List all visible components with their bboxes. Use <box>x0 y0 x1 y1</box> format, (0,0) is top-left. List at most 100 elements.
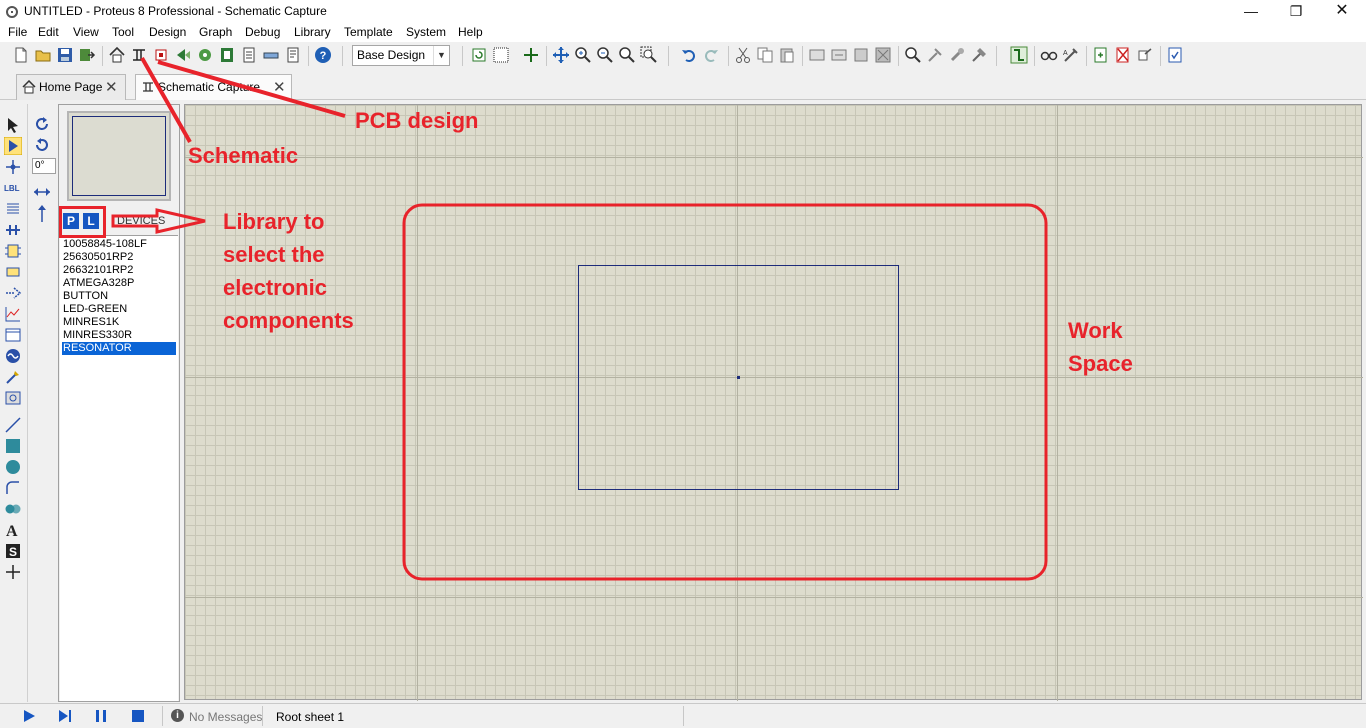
design-variant-select[interactable]: Base Design ▼ <box>352 45 450 66</box>
help-icon[interactable]: ? <box>314 46 332 64</box>
menu-help[interactable]: Help <box>458 25 483 39</box>
stop-icon[interactable] <box>131 709 145 723</box>
wire-label-icon[interactable]: LBL <box>4 179 22 197</box>
origin-icon[interactable] <box>522 46 540 64</box>
new-file-icon[interactable] <box>12 46 30 64</box>
paste-icon[interactable] <box>778 46 796 64</box>
make-device-icon[interactable] <box>926 46 944 64</box>
menu-template[interactable]: Template <box>344 25 393 39</box>
menu-tool[interactable]: Tool <box>112 25 134 39</box>
wire-autorouter-icon[interactable] <box>1010 46 1028 64</box>
step-icon[interactable] <box>58 709 72 723</box>
3d-viewer-icon[interactable] <box>174 46 192 64</box>
schematic-workspace[interactable] <box>184 104 1363 701</box>
text-2d-icon[interactable]: A <box>4 521 22 539</box>
zoom-in-icon[interactable] <box>574 46 592 64</box>
block-copy-icon[interactable] <box>808 46 826 64</box>
menu-graph[interactable]: Graph <box>199 25 232 39</box>
home-icon[interactable] <box>108 46 126 64</box>
menu-edit[interactable]: Edit <box>38 25 59 39</box>
close-icon[interactable]: ✕ <box>273 78 286 96</box>
menu-debug[interactable]: Debug <box>245 25 280 39</box>
remove-sheet-icon[interactable] <box>1114 46 1132 64</box>
redo-icon[interactable] <box>702 46 720 64</box>
ruler-icon[interactable] <box>262 46 280 64</box>
mirror-vertical-icon[interactable] <box>33 204 51 222</box>
device-pins-icon[interactable] <box>4 284 22 302</box>
rotation-angle-field[interactable]: 0° <box>32 158 56 174</box>
rotate-clockwise-icon[interactable] <box>33 116 51 134</box>
list-item[interactable]: MINRES330R <box>62 329 176 342</box>
property-assignment-icon[interactable]: A <box>1062 46 1080 64</box>
block-delete-icon[interactable] <box>874 46 892 64</box>
maximize-button[interactable]: ❐ <box>1273 0 1319 24</box>
list-item[interactable]: 26632101RP2 <box>62 264 176 277</box>
schematic-capture-icon[interactable] <box>130 46 148 64</box>
generator-mode-icon[interactable] <box>4 347 22 365</box>
close-window-button[interactable]: ✕ <box>1319 0 1365 24</box>
list-item[interactable]: BUTTON <box>62 290 176 303</box>
mirror-horizontal-icon[interactable] <box>33 183 51 201</box>
open-folder-icon[interactable] <box>34 46 52 64</box>
graph-mode-icon[interactable] <box>4 305 22 323</box>
package-tool-icon[interactable] <box>948 46 966 64</box>
tab-home-page[interactable]: Home Page ✕ <box>16 74 126 100</box>
subcircuit-icon[interactable] <box>4 242 22 260</box>
junction-dot-icon[interactable] <box>4 158 22 176</box>
notes-icon[interactable] <box>284 46 302 64</box>
close-icon[interactable]: ✕ <box>105 78 118 96</box>
block-move-icon[interactable] <box>830 46 848 64</box>
list-item[interactable]: 10058845-108LF <box>62 238 176 251</box>
play-icon[interactable] <box>22 709 36 723</box>
bus-icon[interactable] <box>4 221 22 239</box>
symbol-2d-icon[interactable]: S <box>4 542 22 560</box>
menu-library[interactable]: Library <box>294 25 331 39</box>
virtual-instruments-icon[interactable] <box>4 389 22 407</box>
pan-icon[interactable] <box>552 46 570 64</box>
rotate-anticlockwise-icon[interactable] <box>33 137 51 155</box>
undo-icon[interactable] <box>680 46 698 64</box>
exit-to-parent-icon[interactable] <box>1136 46 1154 64</box>
path-2d-icon[interactable] <box>4 500 22 518</box>
electrical-rules-check-icon[interactable] <box>1166 46 1184 64</box>
import-icon[interactable] <box>78 46 96 64</box>
pick-parts-icon[interactable] <box>904 46 922 64</box>
zoom-all-icon[interactable] <box>618 46 636 64</box>
list-item[interactable]: MINRES1K <box>62 316 176 329</box>
decompose-icon[interactable] <box>970 46 988 64</box>
design-explorer-icon[interactable] <box>218 46 236 64</box>
marker-2d-icon[interactable] <box>4 563 22 581</box>
cut-icon[interactable] <box>734 46 752 64</box>
save-icon[interactable] <box>56 46 74 64</box>
block-rotate-icon[interactable] <box>852 46 870 64</box>
gerber-viewer-icon[interactable] <box>196 46 214 64</box>
text-script-icon[interactable] <box>4 200 22 218</box>
device-list[interactable]: 10058845-108LF 25630501RP2 26632101RP2 A… <box>60 235 178 701</box>
terminals-mode-icon[interactable] <box>4 263 22 281</box>
bill-of-materials-icon[interactable] <box>240 46 258 64</box>
pcb-layout-icon[interactable] <box>152 46 170 64</box>
minimize-button[interactable]: — <box>1228 0 1274 24</box>
zoom-area-icon[interactable] <box>640 46 658 64</box>
box-2d-icon[interactable] <box>4 437 22 455</box>
menu-file[interactable]: File <box>8 25 27 39</box>
list-item-selected[interactable]: RESONATOR <box>62 342 176 355</box>
list-item[interactable]: ATMEGA328P <box>62 277 176 290</box>
arc-2d-icon[interactable] <box>4 479 22 497</box>
messages-status[interactable]: No Messages <box>189 710 262 724</box>
list-item[interactable]: LED-GREEN <box>62 303 176 316</box>
list-item[interactable]: 25630501RP2 <box>62 251 176 264</box>
component-mode-icon[interactable] <box>4 137 22 155</box>
line-2d-icon[interactable] <box>4 416 22 434</box>
grid-toggle-icon[interactable] <box>492 46 510 64</box>
refresh-icon[interactable] <box>470 46 488 64</box>
zoom-out-icon[interactable] <box>596 46 614 64</box>
voltage-probe-icon[interactable] <box>4 368 22 386</box>
selection-mode-icon[interactable] <box>4 116 22 134</box>
menu-system[interactable]: System <box>406 25 446 39</box>
overview-window[interactable] <box>67 111 171 201</box>
search-tag-icon[interactable] <box>1040 46 1058 64</box>
tape-recorder-icon[interactable] <box>4 326 22 344</box>
menu-design[interactable]: Design <box>149 25 186 39</box>
tab-schematic-capture[interactable]: Schematic Capture ✕ <box>135 74 292 100</box>
